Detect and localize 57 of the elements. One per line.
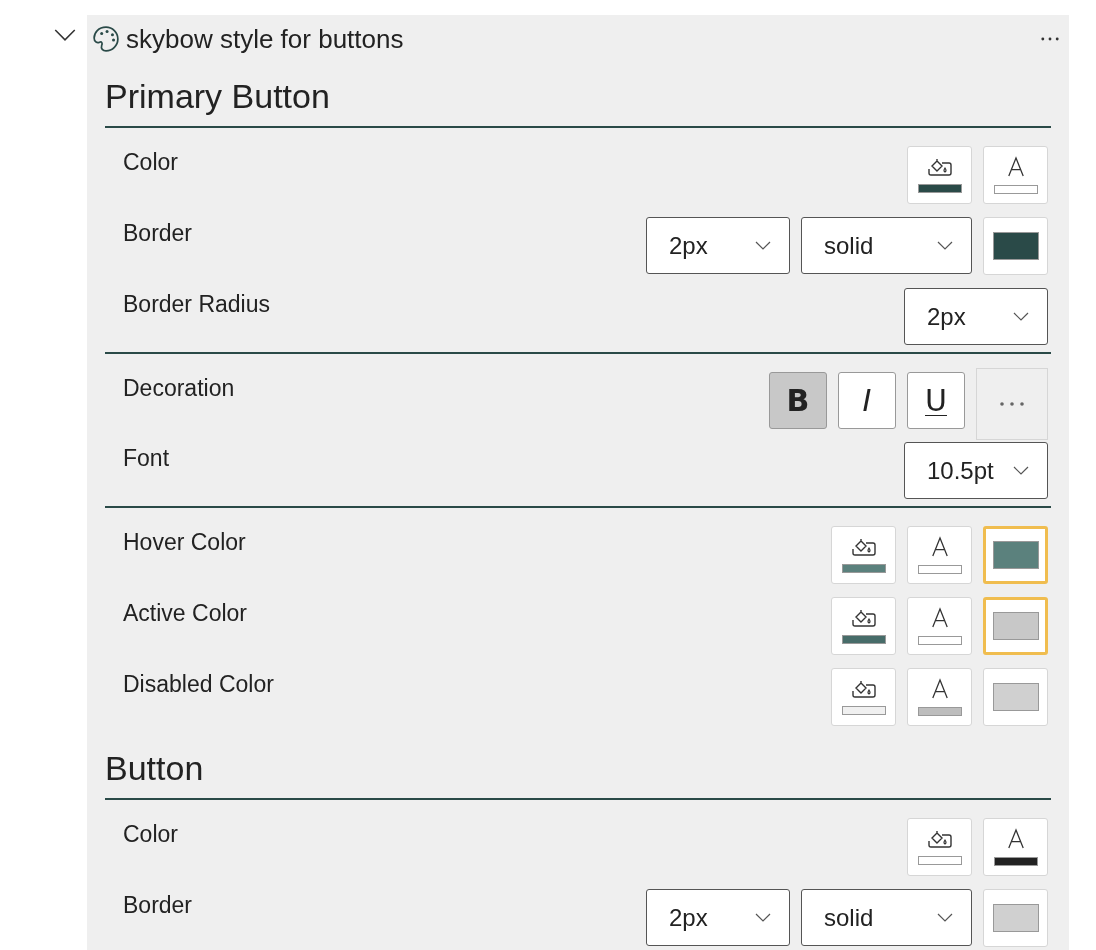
property-label: Color [123,148,178,176]
more-icon [1000,402,1024,406]
property-label: Border [123,219,193,247]
decoration-toggle[interactable]: B [769,372,827,429]
font-color-button[interactable] [907,526,972,584]
font-color-button[interactable] [983,146,1048,204]
chevron-icon[interactable] [54,29,76,42]
property-label: Disabled Color [123,670,274,698]
dropdown[interactable]: 2px [904,288,1048,345]
more-icon[interactable] [1041,37,1059,41]
caret-icon [755,241,771,250]
color-swatch-button[interactable] [983,217,1048,275]
section-heading: Button [105,739,1051,800]
caret-icon [755,913,771,922]
fill-color-button[interactable] [907,146,972,204]
font-color-button[interactable] [983,818,1048,876]
font-color-button[interactable] [907,668,972,726]
caret-icon [937,241,953,250]
letter-icon [930,607,949,629]
fill-color-button[interactable] [831,668,896,726]
fill-color-button[interactable] [831,526,896,584]
caret-icon [1013,312,1029,321]
caret-icon [937,913,953,922]
color-swatch-button[interactable] [983,668,1048,726]
decoration-toggle[interactable]: I [838,372,896,429]
fill-color-button[interactable] [907,818,972,876]
color-swatch-button[interactable] [983,597,1048,655]
letter-icon [1006,156,1025,178]
caret-icon [1013,466,1029,475]
property-label: Hover Color [123,528,246,556]
dropdown[interactable]: solid [801,217,972,274]
palette-icon [92,25,120,53]
color-swatch-button[interactable] [983,889,1048,947]
section-heading: Primary Button [105,63,1051,128]
property-label: Font [123,444,170,472]
dropdown[interactable]: 10.5pt [904,442,1048,499]
paint-bucket-icon [926,157,953,177]
paint-bucket-icon [850,608,877,628]
property-label: Color [123,820,178,848]
dropdown[interactable]: 2px [646,889,790,946]
property-label: Border Radius [123,290,271,318]
dropdown[interactable]: solid [801,889,972,946]
letter-icon [930,536,949,558]
paint-bucket-icon [850,679,877,699]
decoration-toggle[interactable]: U [907,372,965,429]
panel-title: skybow style for buttons [126,23,405,55]
color-swatch-button[interactable] [983,526,1048,584]
font-color-button[interactable] [907,597,972,655]
fill-color-button[interactable] [831,597,896,655]
property-label: Active Color [123,599,247,627]
paint-bucket-icon [926,829,953,849]
letter-icon [930,678,949,700]
dropdown[interactable]: 2px [646,217,790,274]
paint-bucket-icon [850,537,877,557]
property-label: Decoration [123,374,235,402]
property-label: Border [123,891,193,919]
letter-icon [1006,828,1025,850]
